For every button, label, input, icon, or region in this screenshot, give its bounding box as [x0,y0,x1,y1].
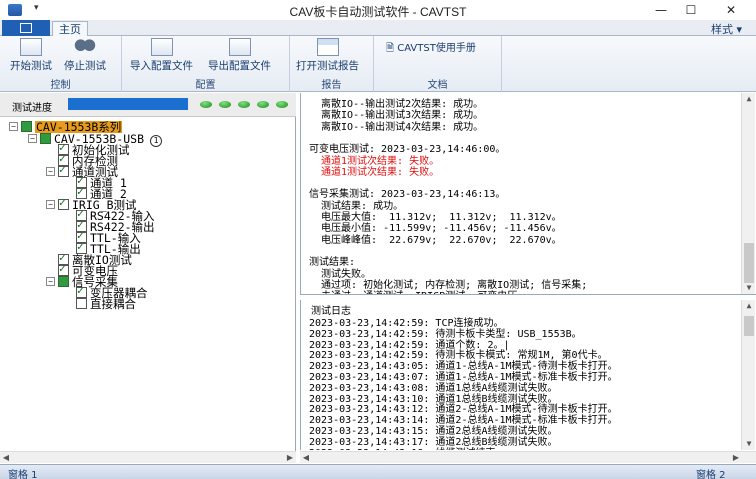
group-label-docs: 文档 [427,80,448,91]
manual-button[interactable]: 🗎 CAVTST使用手册 [386,39,476,58]
ribbon-tab-row: 主页 样式 ▾ [0,20,756,37]
result-vertical-scrollbar[interactable]: ▲ ▼ [741,93,755,294]
maximize-button[interactable]: ☐ [676,0,706,20]
stop-test-icon [74,38,96,56]
start-test-button[interactable]: 开始测试 [10,38,52,73]
status-led-2 [219,101,231,108]
scroll-thumb[interactable] [744,316,754,336]
scroll-down-icon[interactable]: ▼ [742,282,756,294]
open-report-label: 打开测试报告 [296,60,359,72]
scroll-thumb[interactable] [744,243,754,283]
progress-bar [68,98,189,110]
scroll-down-icon[interactable]: ▼ [742,438,756,450]
status-led-5 [276,101,288,108]
export-config-label: 导出配置文件 [208,60,271,72]
collapse-icon[interactable]: − [46,167,55,176]
collapse-icon[interactable]: − [28,134,37,143]
minimize-button[interactable]: — [646,0,676,20]
log-horizontal-scrollbar[interactable]: ◀ ▶ [300,451,756,463]
scroll-right-icon[interactable]: ▶ [284,452,296,464]
progress-block [158,98,168,110]
tree-horizontal-scrollbar[interactable]: ◀ ▶ [0,451,296,463]
tree-checkbox[interactable] [21,121,32,132]
scroll-up-icon[interactable]: ▲ [742,300,756,312]
tree-checkbox[interactable] [58,197,69,210]
tree-checkbox[interactable] [58,276,69,287]
progress-block [78,98,88,110]
left-panel: 测试进度 − CAV-1553B系列 − CAV-1553B-USB1 初始化测… [0,93,296,463]
tree-checkbox[interactable] [58,263,69,276]
log-panel: 测试日志 2023-03-23,14:42:59: TCP连接成功。 2023-0… [300,300,756,450]
result-line: 通道1测试次结果: 失败。 [309,166,440,178]
device-count-badge: 1 [150,135,163,147]
export-config-icon [228,38,251,56]
scroll-right-icon[interactable]: ▶ [730,452,742,464]
import-config-icon [150,38,173,56]
collapse-icon[interactable]: − [9,122,18,131]
log-line: 2023-03-23,14:43:18: 线缆测试结束。 [309,444,505,450]
stop-test-button[interactable]: 停止测试 [64,38,106,73]
tree-checkbox[interactable] [76,298,87,309]
ribbon-group-report: 打开测试报告 报告 [290,36,374,92]
status-led-3 [238,101,250,108]
status-pane-2: 窗格 2 [696,470,726,479]
ribbon-group-docs: 🗎 CAVTST使用手册 文档 [374,36,502,92]
result-line: 电压峰峰值: 22.679v; 22.670v; 22.670v。 [309,234,562,246]
test-tree: − CAV-1553B系列 − CAV-1553B-USB1 初始化测试 内存检… [0,119,294,451]
close-button[interactable]: ✕ [716,0,746,20]
manual-icon: 🗎 [386,43,395,54]
progress-block [128,98,138,110]
progress-block [118,98,128,110]
progress-block [138,98,148,110]
progress-block [178,98,188,110]
scroll-left-icon[interactable]: ◀ [300,452,312,464]
start-test-label: 开始测试 [10,60,52,72]
style-dropdown[interactable]: 样式 ▾ [711,21,742,37]
tab-home[interactable]: 主页 [52,21,88,37]
collapse-icon[interactable]: − [46,200,55,209]
status-pane-1: 窗格 1 [8,470,38,479]
ribbon-group-control: 开始测试 停止测试 控制 [0,36,122,92]
progress-block [68,98,78,110]
status-led-1 [200,101,212,108]
tree-label-direct: 直接耦合 [90,297,136,311]
collapse-icon[interactable]: − [46,277,55,286]
progress-block [148,98,158,110]
result-line: 未通过: 通道测试; IRIGB测试; 可变电压; [309,287,523,294]
progress-row: 测试进度 [0,93,296,117]
file-menu-button[interactable] [2,20,50,36]
file-icon [20,23,32,33]
open-report-button[interactable]: 打开测试报告 [296,38,359,73]
title-bar: ▾ CAV板卡自动测试软件 - CAVTST — ☐ ✕ [0,0,756,20]
group-label-report: 报告 [321,80,342,91]
progress-block [108,98,118,110]
tree-checkbox[interactable] [40,133,51,144]
ribbon-group-config: 导入配置文件 导出配置文件 配置 [122,36,290,92]
tree-checkbox[interactable] [76,285,87,298]
status-bar: 窗格 1 窗格 2 [0,464,756,479]
log-vertical-scrollbar[interactable]: ▲ ▼ [741,300,755,450]
import-config-label: 导入配置文件 [130,60,193,72]
export-config-button[interactable]: 导出配置文件 [208,38,271,73]
scroll-left-icon[interactable]: ◀ [0,452,12,464]
progress-label: 测试进度 [12,103,52,114]
window-title: CAV板卡自动测试软件 - CAVTST [289,5,467,19]
scroll-up-icon[interactable]: ▲ [742,93,756,105]
progress-block [88,98,98,110]
progress-block [168,98,178,110]
result-line: 离散IO--输出测试4次结果: 成功。 [309,121,484,133]
start-test-icon [20,38,42,56]
group-label-config: 配置 [195,80,216,91]
progress-block [98,98,108,110]
stop-test-label: 停止测试 [64,60,106,72]
manual-label: CAVTST使用手册 [397,43,476,54]
import-config-button[interactable]: 导入配置文件 [130,38,193,73]
status-led-4 [257,101,269,108]
tree-checkbox[interactable] [58,164,69,177]
report-icon [316,38,339,56]
ribbon: 开始测试 停止测试 控制 导入配置文件 导出配置文件 配置 打开测试报告 报告 … [0,36,756,92]
group-label-control: 控制 [50,80,71,91]
result-panel: 离散IO--输出测试2次结果: 成功。 离散IO--输出测试3次结果: 成功。 … [300,93,756,295]
